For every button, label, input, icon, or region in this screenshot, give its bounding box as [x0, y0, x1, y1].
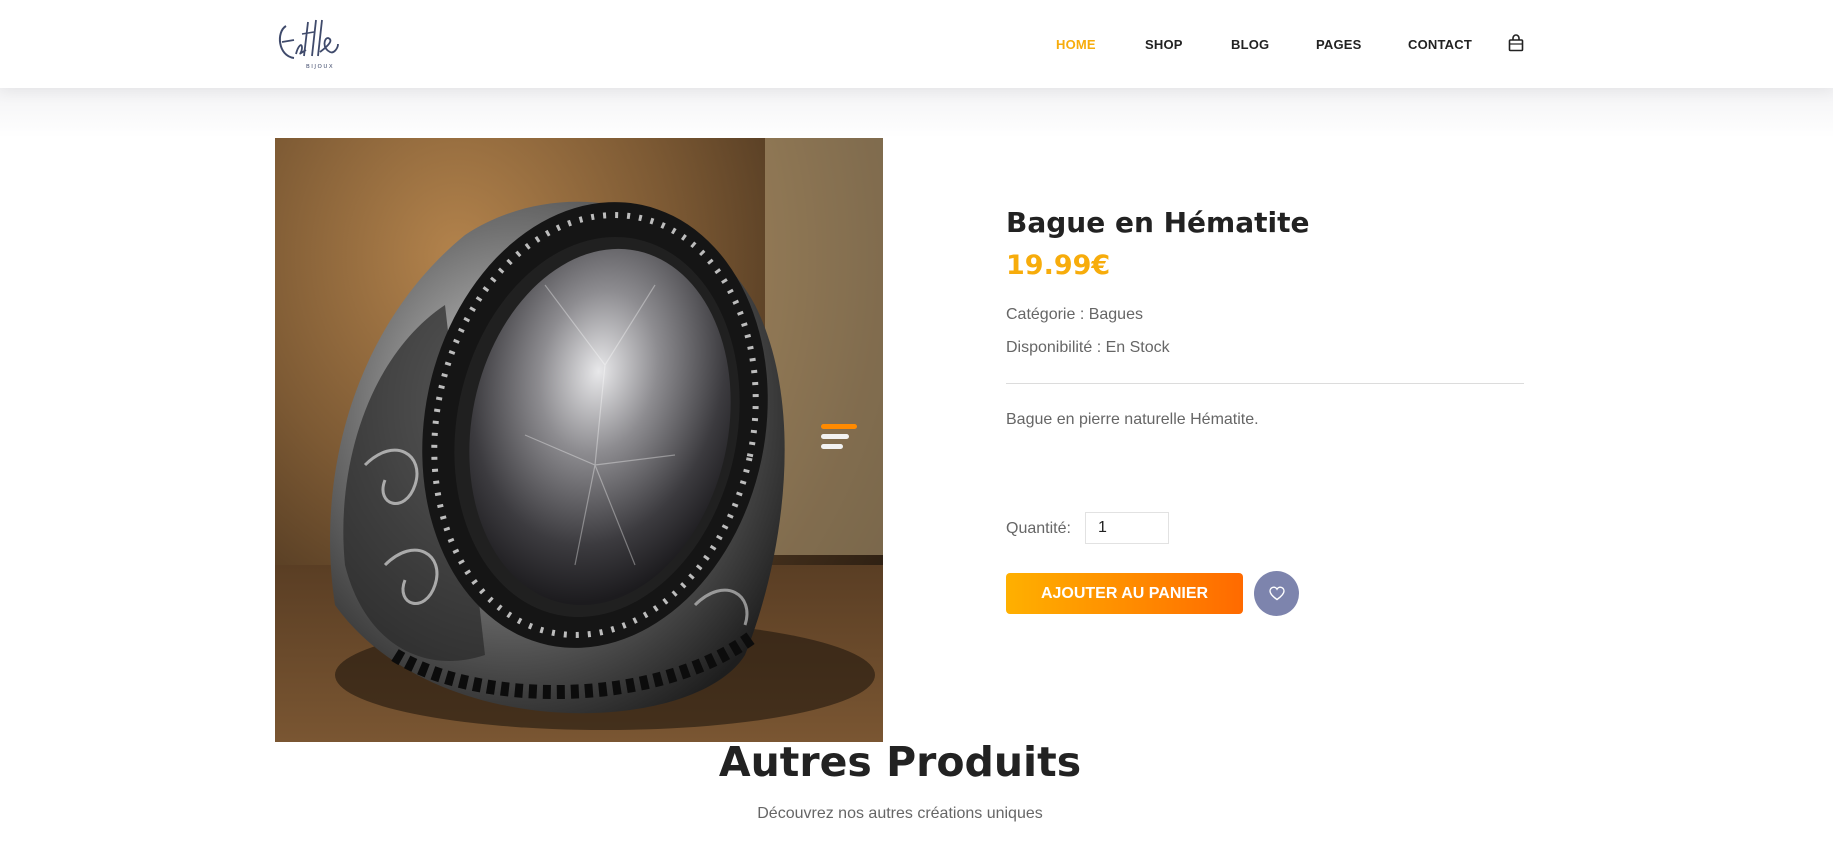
- nav-item-blog[interactable]: BLOG: [1231, 37, 1269, 52]
- main-nav: HOME SHOP BLOG PAGES CONTACT: [0, 0, 1833, 88]
- nav-item-pages[interactable]: PAGES: [1316, 37, 1362, 52]
- nav-item-home[interactable]: HOME: [1056, 37, 1096, 52]
- section-subtitle: Découvrez nos autres créations uniques: [757, 805, 1043, 822]
- quantity-label: Quantité:: [1006, 520, 1071, 537]
- menu-toggle-icon[interactable]: [821, 424, 857, 454]
- nav-item-shop[interactable]: SHOP: [1145, 37, 1183, 52]
- shopping-bag-icon: [1508, 34, 1524, 52]
- section-title: Autres Produits: [718, 738, 1082, 786]
- product-category: Catégorie : Bagues: [1006, 306, 1143, 323]
- details-divider: [1006, 383, 1524, 384]
- nav-item-contact[interactable]: CONTACT: [1408, 37, 1472, 52]
- product-description: Bague en pierre naturelle Hématite.: [1006, 411, 1259, 428]
- menu-bar-bottom: [821, 444, 843, 449]
- menu-bar-top: [821, 424, 857, 429]
- wishlist-button[interactable]: [1254, 571, 1299, 616]
- product-image: [275, 135, 883, 742]
- product-availability: Disponibilité : En Stock: [1006, 339, 1170, 356]
- site-header: BIJOUX HOME SHOP BLOG PAGES CONTACT: [0, 0, 1833, 88]
- heart-icon: [1268, 586, 1285, 601]
- product-title: Bague en Hématite: [1006, 206, 1310, 239]
- product-price: 19.99€: [1006, 250, 1111, 281]
- header-shadow-fade: [0, 88, 1833, 138]
- cart-button[interactable]: [1507, 34, 1525, 52]
- quantity-input[interactable]: [1085, 512, 1169, 544]
- ring-photo: [275, 135, 883, 742]
- menu-bar-middle: [821, 434, 849, 439]
- add-to-cart-button[interactable]: AJOUTER AU PANIER: [1006, 573, 1243, 614]
